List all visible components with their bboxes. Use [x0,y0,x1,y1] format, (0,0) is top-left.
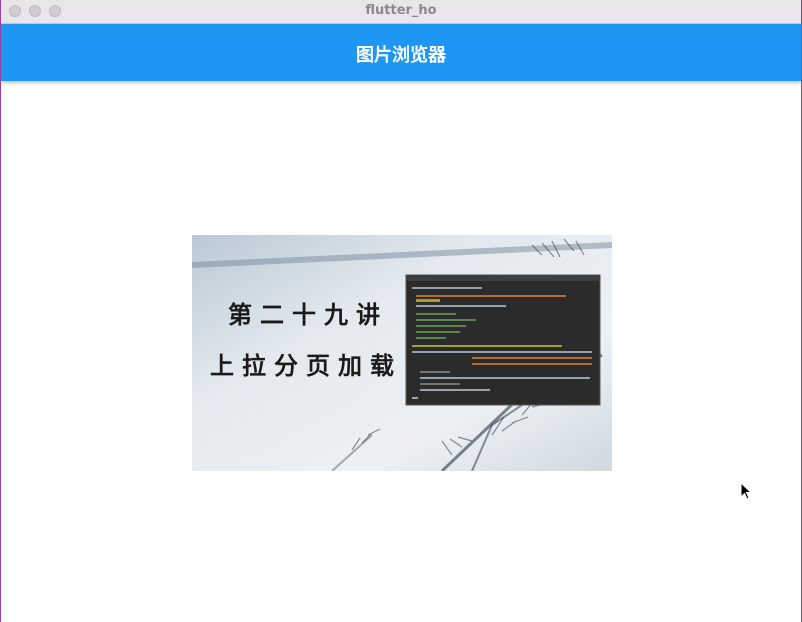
lecture-image: 第二十九讲 上拉分页加载 [192,235,612,471]
app-window: flutter_ho 图片浏览器 第二十九讲 上拉分页加载 [0,0,802,622]
page-title: 图片浏览器 [356,45,446,66]
app-bar: 图片浏览器 [1,24,801,81]
arrow-cursor-icon [740,482,752,500]
window-titlebar: flutter_ho [1,0,801,24]
lecture-heading-line2: 上拉分页加载 [210,351,402,380]
lecture-heading-line1: 第二十九讲 [228,300,388,329]
window-title: flutter_ho [365,3,437,18]
